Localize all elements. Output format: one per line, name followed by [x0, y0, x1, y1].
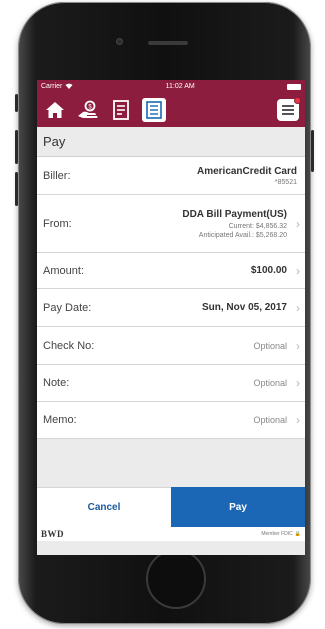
amount-row[interactable]: Amount: $100.00 › — [37, 253, 305, 289]
status-bar: Carrier 11:02 AM — [37, 80, 305, 93]
payee-hand-icon[interactable]: $ — [76, 98, 100, 122]
lock-icon: 🔒 — [294, 531, 301, 537]
check-no-row[interactable]: Check No: Optional › — [37, 327, 305, 365]
from-label: From: — [43, 217, 72, 230]
chevron-right-icon: › — [296, 413, 300, 427]
biller-account: *85521 — [274, 178, 297, 186]
note-label: Note: — [43, 377, 70, 389]
battery-icon — [286, 83, 301, 90]
fdic-notice: Member FDIC 🔒 — [261, 531, 301, 537]
pay-date-label: Pay Date: — [43, 301, 92, 314]
check-no-label: Check No: — [43, 339, 95, 352]
carrier-label: Carrier — [41, 83, 63, 90]
mute-switch — [15, 94, 18, 112]
home-icon[interactable] — [43, 98, 67, 122]
page-title: Pay — [37, 127, 305, 157]
from-account-row[interactable]: From: DDA Bill Payment(US) Current: $4,8… — [37, 195, 305, 253]
check-no-placeholder: Optional — [253, 340, 287, 351]
form-spacer — [37, 439, 305, 487]
pay-date-row[interactable]: Pay Date: Sun, Nov 05, 2017 › — [37, 289, 305, 327]
volume-up-button — [15, 130, 18, 164]
bills-icon[interactable] — [109, 98, 133, 122]
pay-list-icon[interactable] — [142, 98, 166, 122]
anticipated-balance: Anticipated Avail.: $5,268.20 — [198, 231, 287, 239]
amount-value: $100.00 — [250, 265, 287, 276]
amount-label: Amount: — [43, 264, 84, 277]
fdic-label: Member FDIC — [261, 531, 293, 537]
power-button — [311, 130, 314, 172]
wifi-icon — [65, 83, 73, 91]
note-placeholder: Optional — [253, 378, 287, 388]
chevron-right-icon: › — [296, 263, 300, 278]
app-screen: Carrier 11:02 AM $ Pay Biller: AmericanC… — [37, 80, 305, 555]
chevron-right-icon: › — [296, 300, 300, 315]
memo-placeholder: Optional — [253, 415, 287, 425]
memo-label: Memo: — [43, 414, 77, 426]
pay-date-value: Sun, Nov 05, 2017 — [201, 302, 287, 313]
menu-icon — [282, 105, 294, 115]
volume-down-button — [15, 172, 18, 206]
notification-badge — [294, 97, 301, 104]
chevron-right-icon: › — [296, 338, 300, 353]
clock: 11:02 AM — [165, 83, 195, 90]
biller-name: AmericanCredit Card — [196, 165, 297, 177]
from-account-name: DDA Bill Payment(US) — [182, 208, 287, 220]
current-balance: Current: $4,856.32 — [228, 222, 287, 230]
biller-row[interactable]: Biller: AmericanCredit Card *85521 — [37, 157, 305, 195]
chevron-right-icon: › — [296, 376, 300, 390]
bank-logo: BWD — [41, 529, 65, 539]
chevron-right-icon: › — [296, 216, 300, 231]
cancel-button[interactable]: Cancel — [37, 487, 171, 527]
home-button[interactable] — [146, 549, 206, 609]
memo-row[interactable]: Memo: Optional › — [37, 402, 305, 439]
menu-button[interactable] — [277, 97, 301, 121]
action-bar: Cancel Pay — [37, 487, 305, 527]
earpiece-speaker — [148, 41, 188, 45]
footer: BWD Member FDIC 🔒 — [37, 527, 305, 541]
note-row[interactable]: Note: Optional › — [37, 365, 305, 402]
front-camera — [116, 38, 123, 45]
biller-label: Biller: — [43, 169, 71, 182]
nav-bar: $ — [37, 93, 305, 127]
pay-button[interactable]: Pay — [171, 487, 305, 527]
